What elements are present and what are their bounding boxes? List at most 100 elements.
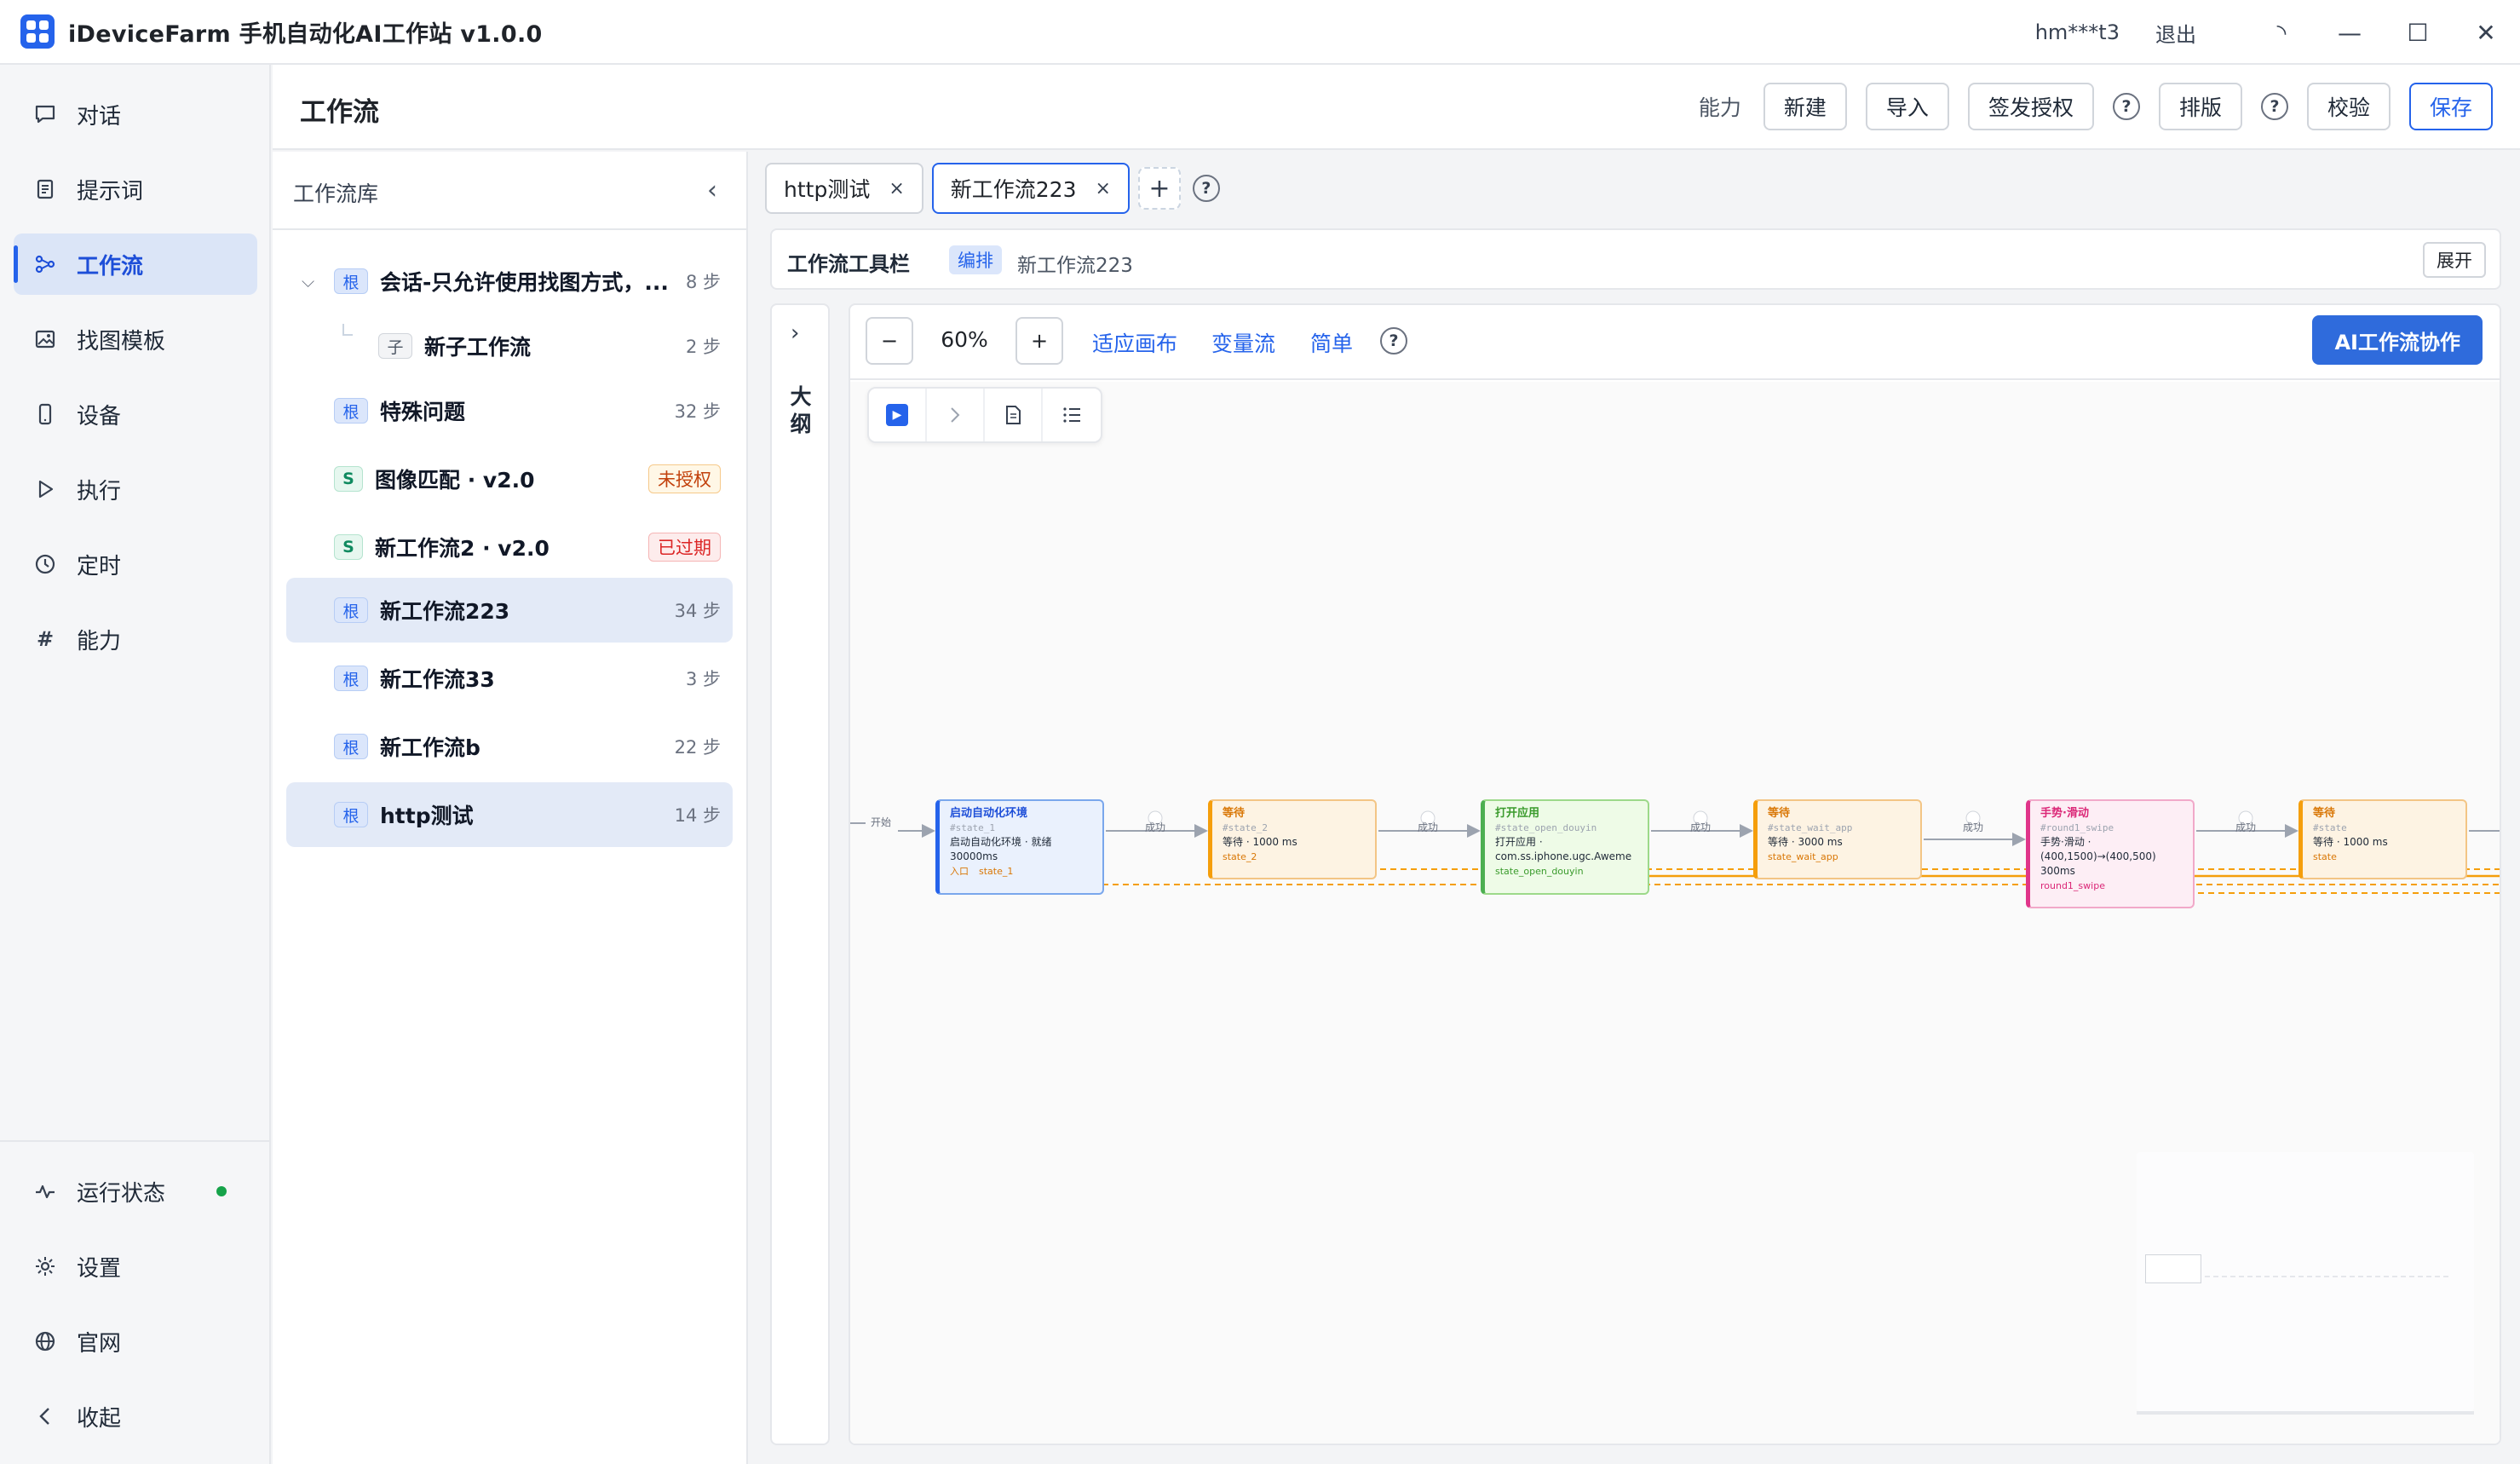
close-tab-icon[interactable]: × (889, 178, 904, 199)
import-button[interactable]: 导入 (1865, 83, 1949, 130)
help-icon[interactable]: ? (1380, 327, 1407, 354)
flow-node[interactable]: 启动自动化环境 #state_1 启动自动化环境 · 就绪 30000ms 入口… (935, 799, 1104, 895)
root-tag: 根 (334, 666, 368, 691)
add-tab-button[interactable]: + (1137, 167, 1181, 210)
loading-icon: ◝ (2276, 18, 2287, 47)
signed-tag: S (334, 466, 363, 492)
node-body: 等待 · 1000 ms (1223, 836, 1297, 848)
edge-label: 成功 (1690, 821, 1712, 833)
ai-workflow-button[interactable]: AI工作流协作 (2312, 315, 2483, 365)
zoom-out-button[interactable]: − (866, 317, 913, 365)
sidebar-item-label: 能力 (77, 628, 122, 654)
sidebar-item-settings[interactable]: 设置 (14, 1236, 257, 1297)
sidebar-item-workflow[interactable]: 工作流 (14, 233, 257, 295)
user-name[interactable]: hm***t3 (2035, 20, 2120, 44)
sidebar-collapse-button[interactable]: 收起 (14, 1386, 257, 1447)
sidebar-item-label: 运行状态 (77, 1180, 166, 1207)
settings-icon (32, 1254, 58, 1279)
pulse-icon (32, 1179, 58, 1204)
canvas-toolbar: − 60% + 适应画布 变量流 简单 ? AI工作流协作 (850, 305, 2500, 380)
step-count: 2 步 (685, 337, 721, 357)
sidebar-item-run-status[interactable]: 运行状态 (14, 1161, 257, 1222)
node-id: #state_open_douyin (1495, 822, 1597, 833)
maximize-icon[interactable]: ☐ (2384, 0, 2452, 65)
node-id: #state_2 (1223, 822, 1268, 833)
chevron-down-icon[interactable]: ⌵ (302, 271, 314, 291)
node-body: 启动自动化环境 · 就绪 30000ms (950, 836, 1052, 862)
minimap-viewport[interactable] (2145, 1254, 2201, 1283)
help-icon[interactable]: ? (2260, 93, 2288, 120)
sidebar-item-schedule[interactable]: 定时 (14, 533, 257, 595)
workflow-name: 会话-只允许使用找图方式，... (380, 270, 669, 295)
save-button[interactable]: 保存 (2408, 83, 2493, 130)
simple-mode-link[interactable]: 简单 (1310, 327, 1353, 358)
validate-button[interactable]: 校验 (2306, 83, 2391, 130)
fit-canvas-link[interactable]: 适应画布 (1092, 327, 1177, 358)
list-item[interactable]: 根 新工作流33 3 步 (286, 646, 733, 711)
chevron-left-icon (32, 1403, 58, 1429)
step-count: 3 步 (685, 669, 721, 689)
root-tag: 根 (334, 597, 368, 623)
list-item[interactable]: 根 http测试 14 步 (286, 782, 733, 847)
flow-node[interactable]: 等待 #state_2 等待 · 1000 ms state_2 (1208, 799, 1377, 879)
flow-node[interactable]: 手势·滑动 #round1_swipe 手势·滑动 · (400,1500)→(… (2026, 799, 2195, 908)
list-item[interactable]: S 新工作流2 · v2.0 已过期 (286, 515, 733, 579)
sidebar-item-label: 执行 (77, 478, 122, 504)
list-item[interactable]: 子 新子工作流 2 步 (286, 314, 733, 378)
workflow-name: 新工作流33 (380, 667, 495, 692)
layout-button[interactable]: 排版 (2158, 83, 2242, 130)
zoom-level: 60% (941, 327, 988, 352)
node-foot: state_1 (979, 866, 1014, 877)
flow-canvas[interactable]: ▶ 开始 成功 成功 成功 成功 成功 启动自动化环境 #state_1 启动自… (850, 382, 2500, 1444)
node-id: #state (2313, 822, 2347, 833)
collapse-library-icon[interactable]: ‹ (707, 176, 717, 205)
flow-node[interactable]: 等待 #state_wait_app 等待 · 3000 ms state_wa… (1753, 799, 1922, 879)
sidebar-item-devices[interactable]: 设备 (14, 383, 257, 445)
hash-icon: # (36, 627, 55, 651)
outline-label[interactable]: 大纲 (789, 383, 813, 438)
expand-button[interactable]: 展开 (2423, 242, 2486, 278)
close-icon[interactable]: ✕ (2452, 0, 2520, 65)
sidebar-item-prompts[interactable]: 提示词 (14, 159, 257, 220)
flow-node[interactable]: 等待 #state 等待 · 1000 ms state (2298, 799, 2467, 879)
zoom-in-button[interactable]: + (1015, 317, 1063, 365)
sign-license-button[interactable]: 签发授权 (1967, 83, 2094, 130)
workflow-name: 新工作流b (380, 735, 480, 760)
clock-icon (32, 551, 58, 577)
library-title: 工作流库 (293, 182, 379, 206)
help-icon[interactable]: ? (1192, 175, 1220, 202)
variable-flow-link[interactable]: 变量流 (1211, 327, 1275, 358)
workflow-editor: http测试 × 新工作流223 × + ? 工作流工具栏 编排 新工作流223… (750, 152, 2520, 1464)
node-title: 等待 (1223, 807, 1246, 820)
help-icon[interactable]: ? (2112, 93, 2140, 120)
list-item[interactable]: ⌵ 根 会话-只允许使用找图方式，... 8 步 (286, 249, 733, 314)
list-item[interactable]: 根 新工作流b 22 步 (286, 714, 733, 779)
minimize-icon[interactable]: — (2316, 0, 2384, 65)
sidebar-item-chat[interactable]: 对话 (14, 84, 257, 145)
sidebar-item-execute[interactable]: 执行 (14, 458, 257, 520)
sidebar-item-website[interactable]: 官网 (14, 1311, 257, 1372)
flow-node[interactable]: 打开应用 #state_open_douyin 打开应用 · com.ss.ip… (1481, 799, 1649, 895)
tab-workflow-223[interactable]: 新工作流223 × (931, 163, 1130, 214)
tab-http-test[interactable]: http测试 × (765, 163, 923, 214)
node-foot: state_open_douyin (1495, 866, 1584, 877)
edge-label: 成功 (2235, 821, 2257, 833)
minimap-scrollbar[interactable] (2137, 1411, 2474, 1415)
sidebar-item-image-templates[interactable]: 找图模板 (14, 308, 257, 370)
close-tab-icon[interactable]: × (1095, 178, 1110, 199)
root-tag: 根 (334, 398, 368, 424)
chevron-right-icon[interactable]: › (791, 320, 799, 346)
start-label: 开始 (871, 816, 892, 828)
new-button[interactable]: 新建 (1763, 83, 1847, 130)
node-foot: round1_swipe (2040, 880, 2105, 891)
list-item[interactable]: 根 新工作流223 34 步 (286, 578, 733, 643)
mode-badge: 编排 (949, 245, 1002, 274)
list-item[interactable]: S 图像匹配 · v2.0 未授权 (286, 447, 733, 511)
logout-button[interactable]: 退出 (2155, 18, 2196, 48)
sidebar-item-capability[interactable]: # 能力 (14, 608, 257, 670)
step-count: 34 步 (674, 601, 721, 621)
list-item[interactable]: 根 特殊问题 32 步 (286, 378, 733, 443)
outline-panel: › 大纲 (770, 303, 830, 1445)
tab-label: http测试 (784, 177, 871, 202)
sidebar-item-label: 官网 (77, 1330, 122, 1357)
